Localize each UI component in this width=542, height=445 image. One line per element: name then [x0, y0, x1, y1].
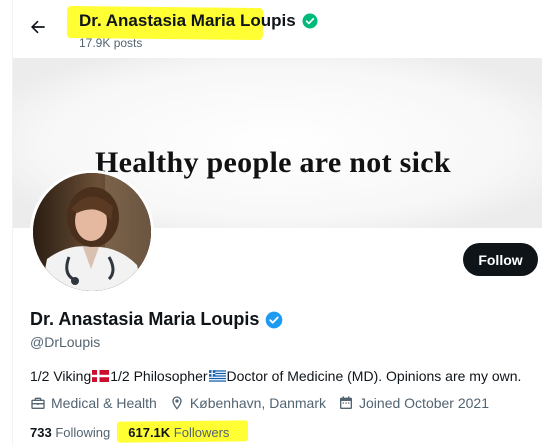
avatar-photo: [33, 173, 151, 291]
profile-name: Dr. Anastasia Maria Loupis: [30, 309, 260, 329]
follow-stats: 733 Following 617.1K Followers: [30, 425, 247, 440]
location-label: København, Danmark: [189, 395, 327, 411]
briefcase-icon: [31, 397, 45, 409]
location-pin-icon: [172, 396, 182, 410]
calendar-icon: [340, 396, 353, 409]
avatar[interactable]: [30, 170, 154, 294]
bio-part-2: 1/2 Philosopher: [110, 368, 208, 384]
greece-flag-icon: [208, 370, 226, 382]
followers-link[interactable]: 617.1K Followers: [128, 425, 229, 440]
profile-name-row: Dr. Anastasia Maria Loupis: [30, 309, 284, 330]
header-name: Dr. Anastasia Maria Loupis: [79, 11, 296, 30]
bio-part-3: Doctor of Medicine (MD). Opinions are my…: [226, 368, 522, 384]
category-label: Medical & Health: [51, 395, 157, 411]
following-label: Following: [55, 425, 111, 440]
back-arrow-icon: [31, 20, 45, 34]
back-button[interactable]: [25, 14, 51, 40]
profile-bio: 1/2 Viking 1/2 Philosopher Doctor of Med…: [30, 368, 521, 384]
bio-part-1: 1/2 Viking: [30, 368, 92, 384]
profile-header: Dr. Anastasia Maria Loupis 17.9K posts: [13, 0, 542, 58]
banner-caption: Healthy people are not sick: [95, 146, 451, 179]
verified-badge-icon[interactable]: [264, 310, 284, 330]
joined-item: Joined October 2021: [338, 395, 489, 411]
verified-badge-icon: [302, 13, 318, 29]
denmark-flag-icon: [92, 370, 110, 382]
joined-label: Joined October 2021: [359, 395, 489, 411]
followers-count: 617.1K: [128, 425, 171, 440]
category-item: Medical & Health: [30, 395, 157, 411]
profile-handle: @DrLoupis: [30, 334, 101, 350]
follow-button[interactable]: Follow: [463, 243, 538, 276]
followers-label: Followers: [173, 425, 230, 440]
header-title: Dr. Anastasia Maria Loupis: [79, 11, 319, 31]
following-count: 733: [30, 425, 52, 440]
following-link[interactable]: 733 Following: [30, 425, 110, 440]
profile-meta: Medical & Health København, Danmark Join…: [30, 395, 501, 411]
post-count: 17.9K posts: [79, 36, 143, 50]
location-item: København, Danmark: [169, 395, 326, 411]
